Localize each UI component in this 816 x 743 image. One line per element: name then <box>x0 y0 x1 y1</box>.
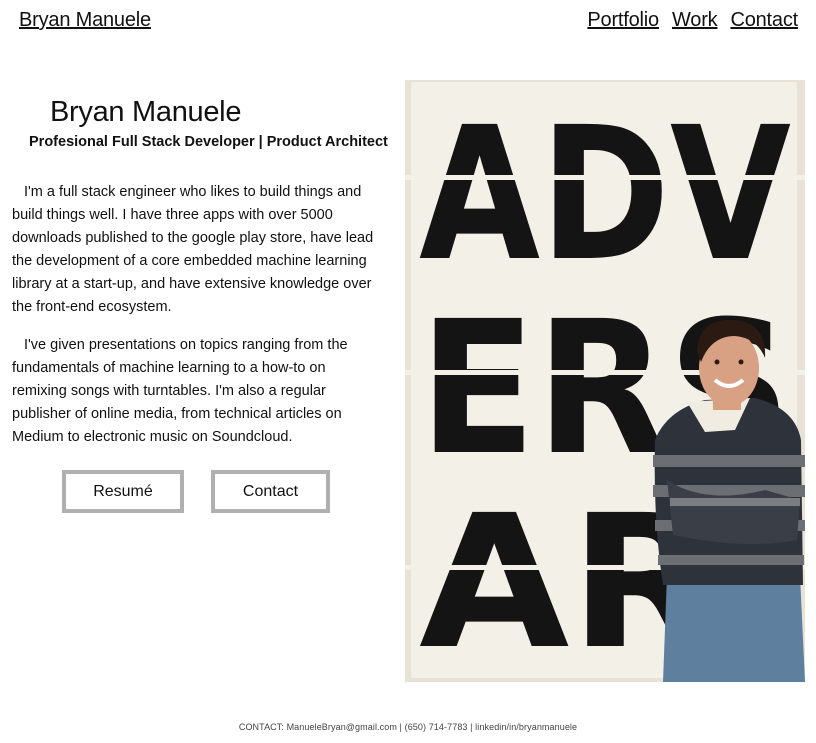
intro-name: Bryan Manuele <box>50 96 242 128</box>
nav-contact-link[interactable]: Contact <box>730 9 798 32</box>
main-nav: Portfolio Work Contact <box>587 9 798 32</box>
bio: I'm a full stack engineer who likes to b… <box>12 181 382 464</box>
profile-photo-image: ADV ERS AR <box>405 80 805 682</box>
poster-line: ADV <box>419 88 791 302</box>
nav-portfolio-link[interactable]: Portfolio <box>587 9 659 32</box>
brand-link[interactable]: Bryan Manuele <box>19 9 151 32</box>
contact-button[interactable]: Contact <box>211 470 330 513</box>
resume-button[interactable]: Resumé <box>62 470 184 513</box>
bio-paragraph: I'm a full stack engineer who likes to b… <box>12 184 374 315</box>
site-header: Bryan Manuele Portfolio Work Contact <box>0 0 816 44</box>
profile-photo: ADV ERS AR <box>405 80 805 682</box>
action-buttons: Resumé Contact <box>62 470 330 513</box>
nav-work-link[interactable]: Work <box>672 9 718 32</box>
footer-contact: CONTACT: ManueleBryan@gmail.com | (650) … <box>238 722 578 732</box>
bio-paragraph: I've given presentations on topics rangi… <box>12 337 348 445</box>
intro-title: Profesional Full Stack Developer | Produ… <box>29 134 388 150</box>
